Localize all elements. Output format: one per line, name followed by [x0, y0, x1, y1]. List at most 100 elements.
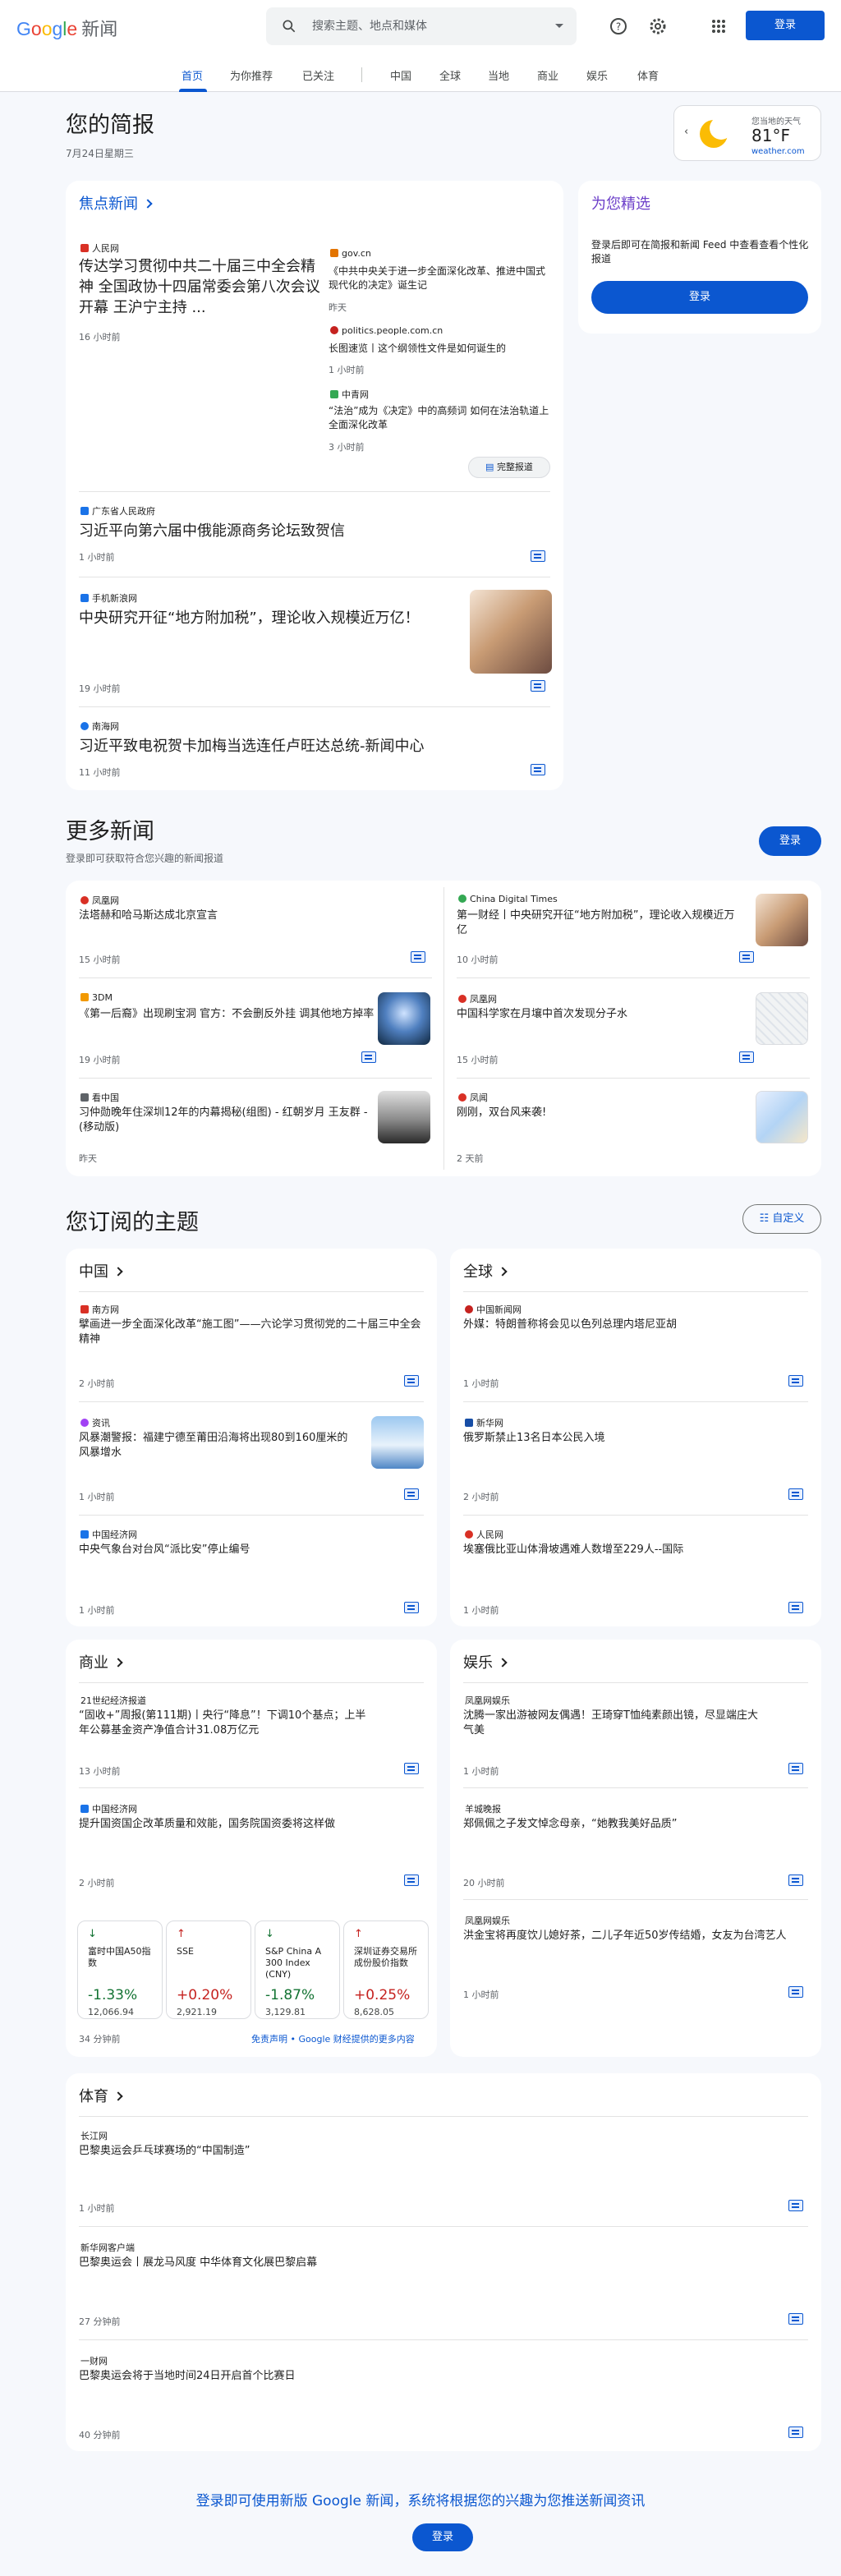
full-coverage-icon[interactable] — [404, 1602, 419, 1613]
full-coverage-icon[interactable] — [531, 680, 545, 692]
sports-item-2-headline[interactable]: 巴黎奥运会丨展龙马风度 中华体育文化展巴黎启幕 — [79, 2256, 785, 2275]
full-coverage-icon[interactable] — [788, 1874, 803, 1886]
more-item-6-thumbnail[interactable] — [756, 1091, 808, 1143]
weather-source-link[interactable]: weather.com — [751, 147, 805, 156]
business-item-1-time: 13 小时前 — [79, 1766, 121, 1777]
full-coverage-icon[interactable] — [531, 550, 545, 562]
main-story-headline[interactable]: 传达学习贯彻中共二十届三中全会精神 全国政协十四届常委会第八次会议开幕 王沪宁主… — [79, 256, 325, 325]
full-coverage-icon[interactable] — [361, 1051, 376, 1063]
more-item-5-thumbnail[interactable] — [378, 1091, 430, 1143]
story-2-time: 19 小时前 — [79, 683, 121, 694]
more-item-3-thumbnail[interactable] — [378, 992, 430, 1045]
tab-sports[interactable]: 体育 — [637, 67, 659, 83]
story-1-headline[interactable]: 习近平向第六届中俄能源商务论坛致贺信 — [79, 521, 539, 544]
china-item-2-thumbnail[interactable] — [371, 1416, 424, 1469]
more-item-4-thumbnail[interactable] — [756, 992, 808, 1045]
full-coverage-icon[interactable] — [788, 1488, 803, 1500]
more-item-2-headline[interactable]: 第一财经丨中央研究开征“地方附加税”，理论收入规模近万亿 — [457, 908, 736, 941]
china-item-2-headline[interactable]: 风暴潮警报：福建宁德至莆田沿海将出现80到160厘米的风暴增水 — [79, 1431, 358, 1464]
ent-item-1-headline[interactable]: 沈腾一家出游被网友偶遇！王琦穿T恤纯素颜出镜，尽显端庄大气美 — [463, 1709, 759, 1741]
world-item-1-source: 中国新闻网 — [465, 1303, 522, 1316]
tab-entertainment[interactable]: 娱乐 — [586, 67, 608, 83]
side-story-3-headline[interactable]: “法治”成为《决定》中的高频词 如何在法治轨道上全面深化改革 — [329, 404, 550, 437]
divider — [79, 2339, 808, 2340]
business-item-1-headline[interactable]: “固收+”周报(第111期)丨央行“降息”！下调10个基点；上半年公募基金资产净… — [79, 1709, 375, 1758]
top-stories-title[interactable]: 焦点新闻 — [79, 192, 153, 214]
help-icon[interactable]: ? — [606, 14, 631, 39]
full-coverage-icon[interactable] — [404, 1763, 419, 1774]
footer-signin-button[interactable]: 登录 — [412, 2523, 473, 2551]
picks-signin-button[interactable]: 登录 — [591, 281, 808, 314]
full-coverage-icon[interactable] — [404, 1488, 419, 1500]
tab-world[interactable]: 全球 — [439, 67, 461, 83]
stock-card-szse-component[interactable]: ↑ 深圳证券交易所成份股价指数 +0.25% 8,628.05 — [343, 1920, 429, 2019]
stock-card-sp-china-a300[interactable]: ↓ S&P China A 300 Index (CNY) -1.87% 3,1… — [255, 1920, 340, 2019]
settings-gear-icon[interactable] — [646, 14, 670, 39]
full-coverage-icon[interactable] — [788, 1602, 803, 1613]
more-item-6-headline[interactable]: 刚刚，双台风来袭! — [457, 1106, 736, 1138]
topic-china-title[interactable]: 中国 — [79, 1260, 123, 1281]
full-coverage-icon[interactable] — [531, 764, 545, 775]
topic-business-title[interactable]: 商业 — [79, 1651, 123, 1672]
side-story-2-source-name: politics.people.com.cn — [342, 325, 443, 336]
divider — [457, 1078, 810, 1079]
more-news-signin-button[interactable]: 登录 — [759, 826, 821, 856]
stock-card-a50[interactable]: ↓ 富时中国A50指数 -1.33% 12,066.94 — [77, 1920, 163, 2019]
full-coverage-icon[interactable] — [404, 1874, 419, 1886]
stock-card-sse[interactable]: ↑ SSE +0.20% 2,921.19 — [166, 1920, 251, 2019]
story-2-headline[interactable]: 中央研究开征“地方附加税”，理论收入规模近万亿！ — [79, 608, 440, 654]
customize-button[interactable]: ☷ 自定义 — [742, 1204, 821, 1234]
tab-for-you[interactable]: 为你推荐 — [230, 67, 273, 83]
world-item-1-headline[interactable]: 外媒：特朗普称将会见以色列总理内塔尼亚胡 — [463, 1318, 808, 1337]
more-item-3-headline[interactable]: 《第一后裔》出现刷宝洞 官方：不会删反外挂 调其他地方掉率 — [79, 1007, 375, 1040]
business-item-2-headline[interactable]: 提升国资国企改革质量和效能，国务院国资委将这样做 — [79, 1817, 375, 1850]
tab-business[interactable]: 商业 — [537, 67, 558, 83]
full-coverage-icon[interactable] — [788, 1986, 803, 1998]
tab-china[interactable]: 中国 — [390, 67, 411, 83]
full-coverage-icon[interactable] — [411, 951, 425, 963]
full-coverage-icon[interactable] — [788, 2200, 803, 2211]
story-2-thumbnail[interactable] — [470, 590, 552, 674]
topic-sports-title[interactable]: 体育 — [79, 2085, 123, 2106]
weather-widget[interactable]: ‹ 您当地的天气 81°F weather.com — [673, 105, 821, 161]
full-coverage-icon[interactable] — [788, 1763, 803, 1774]
full-coverage-button[interactable]: ▤ 完整报道 — [468, 457, 550, 478]
more-item-1-headline[interactable]: 法塔赫和哈马斯达成北京宣言 — [79, 908, 424, 941]
search-options-chevron-icon[interactable] — [555, 24, 563, 28]
topic-ent-title[interactable]: 娱乐 — [463, 1651, 508, 1672]
side-story-3-source: 中青网 — [330, 388, 369, 401]
world-item-3-headline[interactable]: 埃塞俄比亚山体滑坡遇难人数增至229人--国际 — [463, 1543, 808, 1562]
world-item-2-headline[interactable]: 俄罗斯禁止13名日本公民入境 — [463, 1431, 808, 1451]
chevron-left-icon[interactable]: ‹ — [684, 126, 688, 138]
finance-disclaimer-link[interactable]: 免责声明 • Google 财经提供的更多内容 — [251, 2032, 415, 2045]
side-story-1-headline[interactable]: 《中共中央关于进一步全面深化改革、推进中国式现代化的决定》诞生记 — [329, 264, 550, 297]
more-item-2-thumbnail[interactable] — [756, 894, 808, 946]
side-story-2-headline[interactable]: 长图速览丨这个纲领性文件是如何诞生的 — [329, 342, 550, 358]
sports-item-1-headline[interactable]: 巴黎奥运会乒乓球赛场的“中国制造” — [79, 2144, 785, 2164]
tab-local[interactable]: 当地 — [488, 67, 509, 83]
tab-home[interactable]: 首页 — [182, 67, 203, 83]
apps-grid-icon[interactable] — [706, 14, 731, 39]
customize-label: 自定义 — [772, 1212, 805, 1225]
header-signin-button[interactable]: 登录 — [746, 11, 825, 40]
more-item-5-headline[interactable]: 习仲勋晚年住深圳12年的内幕揭秘(组图) - 红朝岁月 王友群 - (移动版) — [79, 1106, 375, 1138]
ent-item-2-headline[interactable]: 郑佩佩之子发文悼念母亲，“她教我美好品质” — [463, 1817, 808, 1837]
search-box[interactable] — [266, 7, 577, 45]
more-item-4-headline[interactable]: 中国科学家在月壤中首次发现分子水 — [457, 1007, 736, 1040]
ent-item-3-headline[interactable]: 洪金宝将再度饮儿媳好茶，二儿子年近50岁传结婚，女友为台湾艺人 — [463, 1929, 808, 1962]
sports-item-1-source: 长江网 — [80, 2131, 108, 2141]
full-coverage-icon[interactable] — [788, 1375, 803, 1387]
full-coverage-icon[interactable] — [788, 2426, 803, 2438]
topic-world-title[interactable]: 全球 — [463, 1260, 508, 1281]
china-item-1-headline[interactable]: 擘画进一步全面深化改革“施工图”——六论学习贯彻党的二十届三中全会精神 — [79, 1318, 424, 1350]
google-news-logo[interactable]: Google 新闻 — [16, 15, 117, 41]
full-coverage-icon[interactable] — [788, 2313, 803, 2325]
tab-following[interactable]: 已关注 — [302, 67, 334, 83]
sports-item-3-headline[interactable]: 巴黎奥运会将于当地时间24日开启首个比赛日 — [79, 2369, 785, 2389]
story-3-headline[interactable]: 习近平致电祝贺卡加梅当选连任卢旺达总统-新闻中心 — [79, 736, 539, 759]
full-coverage-icon[interactable] — [739, 951, 754, 963]
full-coverage-icon[interactable] — [739, 1051, 754, 1063]
search-input[interactable] — [312, 17, 526, 35]
china-item-3-headline[interactable]: 中央气象台对台风“派比安”停止编号 — [79, 1543, 424, 1562]
full-coverage-icon[interactable] — [404, 1375, 419, 1387]
